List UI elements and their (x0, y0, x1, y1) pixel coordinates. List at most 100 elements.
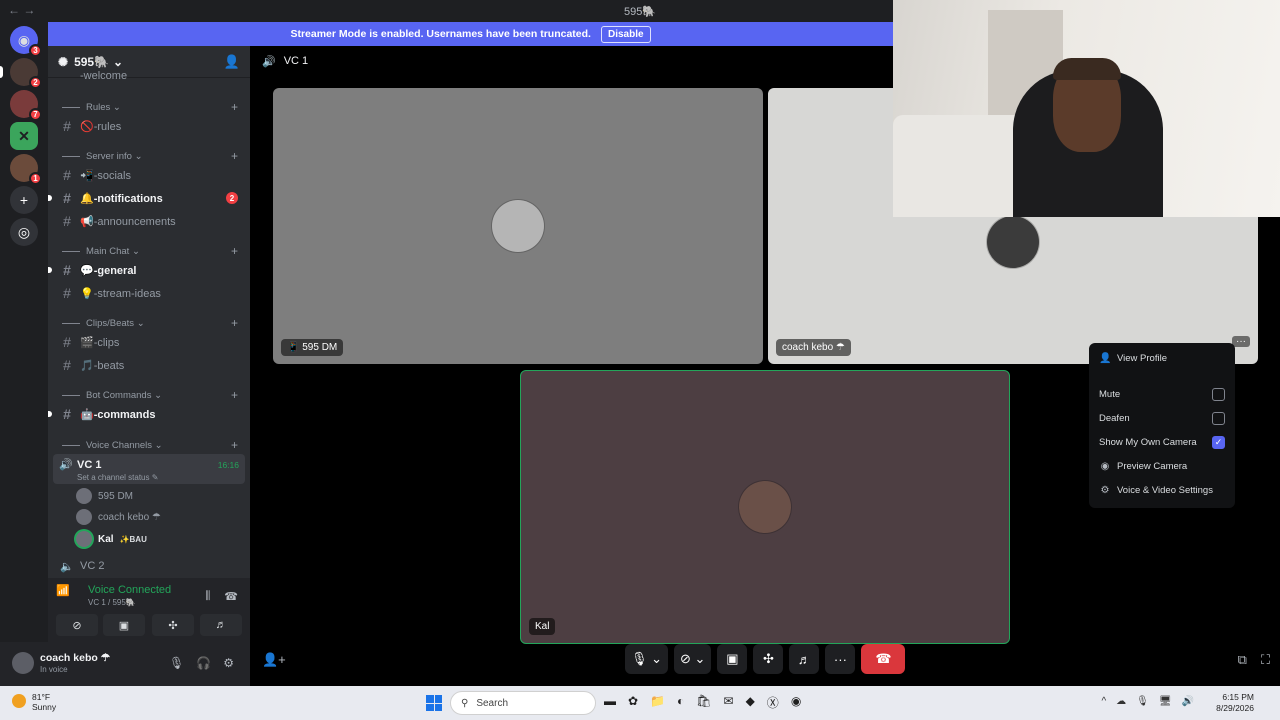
show-camera-checkbox[interactable]: ✓ (1212, 435, 1225, 449)
voice-user[interactable]: coach kebo ☂ (76, 507, 161, 527)
disconnect-button[interactable]: ☎ (861, 644, 906, 674)
outlook-icon[interactable]: ✉ (724, 694, 734, 711)
soundboard-button[interactable]: ♬ (789, 644, 820, 674)
file-explorer-icon[interactable]: ▬ (604, 694, 616, 711)
more-icon[interactable]: ··· (825, 644, 856, 674)
voice-connected[interactable]: 📶 Voice Connected (56, 584, 171, 597)
server-badge: 1 (29, 172, 42, 185)
category-main-chat[interactable]: Main Chat ⌄ + (48, 244, 250, 258)
menu-mute[interactable]: Mute (1099, 385, 1225, 403)
weather-widget[interactable]: 81°F Sunny (12, 692, 56, 712)
fullscreen-icon[interactable]: ⛶ (1261, 652, 1270, 668)
category-bot-commands[interactable]: Bot Commands ⌄ + (48, 388, 250, 402)
avatar (739, 481, 791, 533)
menu-preview-camera[interactable]: ◉ Preview Camera (1099, 457, 1225, 475)
channel-beats[interactable]: # 🎵-beats (48, 355, 250, 375)
server-icon-3[interactable]: ✕ (10, 122, 38, 150)
channel-notifications[interactable]: # 🔔-notifications 2 (48, 188, 250, 208)
avatar[interactable] (12, 652, 34, 674)
popout-icon[interactable]: ⧉ (1238, 652, 1247, 668)
add-channel-icon[interactable]: + (231, 100, 238, 114)
invite-icon[interactable]: 👤+ (262, 652, 286, 668)
avatar (76, 488, 92, 504)
voice-user[interactable]: Kal ✨BAU (76, 529, 147, 549)
channel-rules[interactable]: # 🚫-rules (48, 116, 250, 136)
voice-connected-sub[interactable]: VC 1 / 595🐘 (88, 598, 136, 607)
discord-home-icon[interactable]: ◉ 3 (10, 26, 42, 57)
add-channel-icon[interactable]: + (231, 149, 238, 163)
server-icon-2[interactable]: 7 (10, 90, 42, 121)
server-icon-595[interactable]: 2 (0, 58, 42, 89)
channel-announcements[interactable]: # 📢-announcements (48, 211, 250, 231)
unread-dot (48, 411, 52, 417)
menu-voice-video-settings[interactable]: ⚙ Voice & Video Settings (1099, 481, 1225, 499)
noise-suppression-icon[interactable]: ⫼ (205, 590, 210, 603)
camera-toggle[interactable]: ⊘ ⌄ (674, 644, 712, 674)
add-channel-icon[interactable]: + (231, 388, 238, 402)
mic-icon[interactable]: 🎙 (169, 656, 184, 670)
vc1-status[interactable]: Set a channel status ✎ (77, 473, 158, 482)
gear-icon[interactable]: ⚙ (223, 656, 234, 670)
user-panel: coach kebo ☂ In voice 🎙 🎧 ⚙ (0, 642, 250, 686)
network-icon[interactable]: 🖥 (1159, 696, 1172, 707)
disable-button[interactable]: Disable (600, 25, 651, 43)
edge-icon[interactable]: ◐ (677, 694, 684, 711)
mic-toggle[interactable]: 🎙 ⌄ (625, 644, 669, 674)
cloud-icon[interactable]: ☁ (1116, 696, 1126, 707)
activities-button[interactable]: ✣ (152, 614, 194, 636)
app-icon[interactable]: ◆ (746, 694, 755, 711)
soundboard-button[interactable]: ♬ (200, 614, 242, 636)
participant-tile[interactable]: 📱 595 DM (273, 88, 763, 364)
category-voice-channels[interactable]: Voice Channels ⌄ + (48, 438, 250, 452)
server-badge: 7 (29, 108, 42, 121)
voice-user[interactable]: 595 DM (76, 486, 133, 506)
channel-welcome[interactable]: -welcome (48, 70, 250, 82)
folder-icon[interactable]: 📁 (650, 694, 665, 711)
xbox-icon[interactable]: Ⓧ (767, 694, 779, 711)
chevron-up-icon[interactable]: ^ (1101, 696, 1106, 707)
add-channel-icon[interactable]: + (231, 438, 238, 452)
server-badge: 2 (29, 76, 42, 89)
mic-tray-icon[interactable]: 🎙 (1136, 696, 1149, 707)
category-clips-beats[interactable]: Clips/Beats ⌄ + (48, 316, 250, 330)
voice-channel-vc2[interactable]: 🔈 VC 2 (48, 556, 250, 576)
menu-deafen[interactable]: Deafen (1099, 409, 1225, 427)
discord-taskbar-icon[interactable]: ◉ (791, 694, 801, 711)
windows-start-icon[interactable] (426, 695, 442, 711)
explore-icon[interactable]: ◎ (10, 218, 38, 246)
disconnect-icon[interactable]: ☎ (224, 590, 238, 603)
add-server-icon[interactable]: + (10, 186, 38, 214)
camera-off-button[interactable]: ⊘ (56, 614, 98, 636)
category-rules[interactable]: Rules ⌄ + (48, 100, 250, 114)
server-name: 595🐘 (74, 54, 110, 69)
channel-general[interactable]: # 💬-general (48, 260, 250, 280)
search-input[interactable]: ⚲ Search (450, 691, 596, 715)
mute-checkbox[interactable] (1212, 387, 1225, 401)
menu-show-own-camera[interactable]: Show My Own Camera ✓ (1099, 433, 1225, 451)
volume-icon[interactable]: 🔊 (1182, 696, 1194, 707)
category-server-info[interactable]: Server info ⌄ + (48, 149, 250, 163)
headphones-icon[interactable]: 🎧 (196, 656, 211, 670)
screen-share-button[interactable]: ▣ (717, 644, 748, 674)
store-icon[interactable]: 🛍 (696, 694, 711, 711)
add-member-icon[interactable]: 👤 (224, 54, 240, 70)
more-options-button[interactable]: ··· (1232, 336, 1250, 347)
copilot-icon[interactable]: ✿ (628, 694, 638, 711)
channel-clips[interactable]: # 🎬-clips (48, 332, 250, 352)
channel-commands[interactable]: # 🤖-commands (48, 404, 250, 424)
activities-button[interactable]: ✣ (753, 644, 784, 674)
clock[interactable]: 6:15 PM 8/29/2026 (1216, 692, 1254, 714)
channel-stream-ideas[interactable]: # 💡-stream-ideas (48, 283, 250, 303)
add-channel-icon[interactable]: + (231, 244, 238, 258)
server-icon-4[interactable]: 1 (10, 154, 42, 185)
menu-view-profile[interactable]: 👤 View Profile (1099, 349, 1225, 367)
deafen-checkbox[interactable] (1212, 411, 1225, 425)
user-icon: 👤 (1099, 352, 1112, 364)
screen-share-button[interactable]: ▣ (103, 614, 145, 636)
voice-channel-vc1[interactable]: 🔊 VC 1 Set a channel status ✎ 16:16 (53, 454, 245, 484)
eye-icon: ◉ (1100, 460, 1110, 472)
add-channel-icon[interactable]: + (231, 316, 238, 330)
participant-tile-speaking[interactable]: Kal (520, 370, 1010, 644)
chevron-down-icon: ⌄ (113, 54, 124, 69)
channel-socials[interactable]: # 📲-socials (48, 165, 250, 185)
